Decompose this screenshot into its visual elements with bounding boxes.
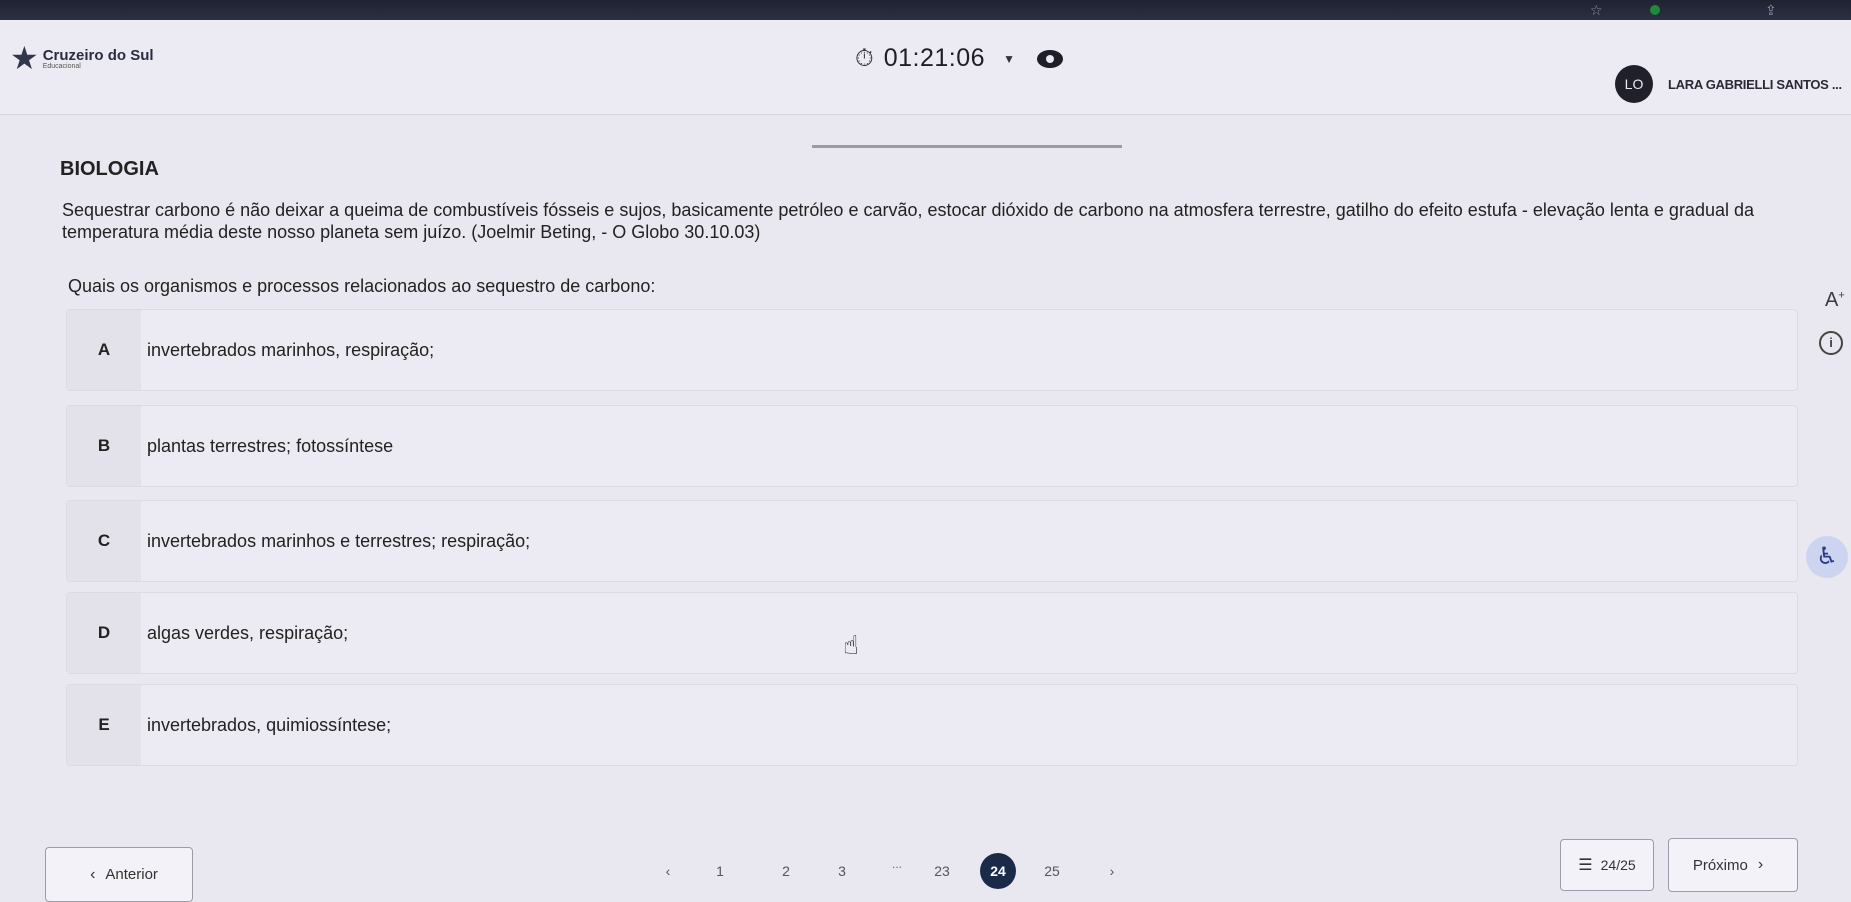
page-1[interactable]: 1 — [702, 853, 738, 889]
user-name: LARA GABRIELLI SANTOS ... — [1668, 76, 1842, 92]
previous-button[interactable]: ‹ Anterior — [45, 847, 193, 902]
bookmark-star-icon[interactable]: ☆ — [1590, 3, 1603, 17]
timer-value: 01:21:06 — [883, 44, 986, 72]
toggle-timer-visibility-icon[interactable] — [1036, 49, 1063, 68]
previous-label: Anterior — [105, 866, 158, 883]
chevron-right-icon: › — [1757, 856, 1764, 873]
accessibility-icon[interactable]: ♿ — [1806, 536, 1848, 578]
question-text: Quais os organismos e processos relacion… — [68, 276, 656, 296]
brand-name: Cruzeiro do Sul — [42, 46, 154, 64]
counter-value: 24/25 — [1600, 857, 1636, 873]
extension-icon[interactable] — [1650, 5, 1660, 15]
option-letter: D — [67, 593, 141, 673]
answer-option-c[interactable]: C invertebrados marinhos e terrestres; r… — [66, 500, 1798, 582]
exam-timer: ⏱ 01:21:06 ▼ — [855, 44, 1063, 73]
option-text: invertebrados marinhos e terrestres; res… — [147, 531, 531, 551]
stopwatch-icon: ⏱ — [855, 44, 874, 72]
answer-option-a[interactable]: A invertebrados marinhos, respiração; — [66, 309, 1798, 391]
option-text: plantas terrestres; fotossíntese — [147, 436, 394, 456]
brand-logo[interactable]: ★ Cruzeiro do Sul Educacional — [10, 42, 154, 74]
pagination-next-icon[interactable]: › — [1094, 853, 1130, 889]
question-context: Sequestrar carbono é não deixar a queima… — [62, 200, 1754, 242]
share-icon[interactable]: ⇪ — [1765, 3, 1777, 17]
answer-option-b[interactable]: B plantas terrestres; fotossíntese — [66, 405, 1798, 487]
user-menu[interactable]: LO LARA GABRIELLI SANTOS ... — [1615, 65, 1842, 103]
option-text: invertebrados marinhos, respiração; — [147, 340, 435, 360]
progress-indicator — [812, 145, 1122, 148]
next-label: Próximo — [1692, 856, 1748, 874]
pagination-prev-icon[interactable]: ‹ — [650, 853, 686, 889]
avatar: LO — [1615, 65, 1653, 103]
list-icon: ☰ — [1578, 857, 1593, 874]
question-counter[interactable]: ☰ 24/25 — [1560, 839, 1654, 891]
option-letter: A — [67, 310, 141, 390]
pagination-ellipsis: ... — [892, 857, 903, 871]
page-23[interactable]: 23 — [924, 853, 960, 889]
page-25[interactable]: 25 — [1034, 853, 1070, 889]
page-24-current[interactable]: 24 — [980, 853, 1016, 889]
next-button[interactable]: Próximo › — [1668, 838, 1798, 892]
timer-dropdown-icon[interactable]: ▼ — [1003, 52, 1015, 66]
page-2[interactable]: 2 — [768, 853, 804, 889]
answer-option-d[interactable]: D algas verdes, respiração; — [66, 592, 1798, 674]
option-text: algas verdes, respiração; — [147, 623, 349, 643]
option-letter: C — [67, 501, 141, 581]
page-3[interactable]: 3 — [824, 853, 860, 889]
option-letter: B — [67, 406, 141, 486]
pointer-hand-icon: ☝ — [843, 630, 859, 660]
font-size-increase-icon[interactable]: A+ — [1825, 289, 1845, 312]
star-logo-icon: ★ — [10, 40, 39, 76]
option-letter: E — [67, 685, 141, 765]
answer-option-e[interactable]: E invertebrados, quimiossíntese; — [66, 684, 1798, 766]
brand-subtitle: Educacional — [42, 62, 81, 70]
info-icon[interactable]: i — [1819, 331, 1843, 355]
subject-title: BIOLOGIA — [60, 158, 159, 180]
browser-toolbar: ☆ ⇪ — [0, 0, 1851, 20]
chevron-left-icon: ‹ — [90, 865, 96, 883]
option-text: invertebrados, quimiossíntese; — [147, 715, 392, 735]
